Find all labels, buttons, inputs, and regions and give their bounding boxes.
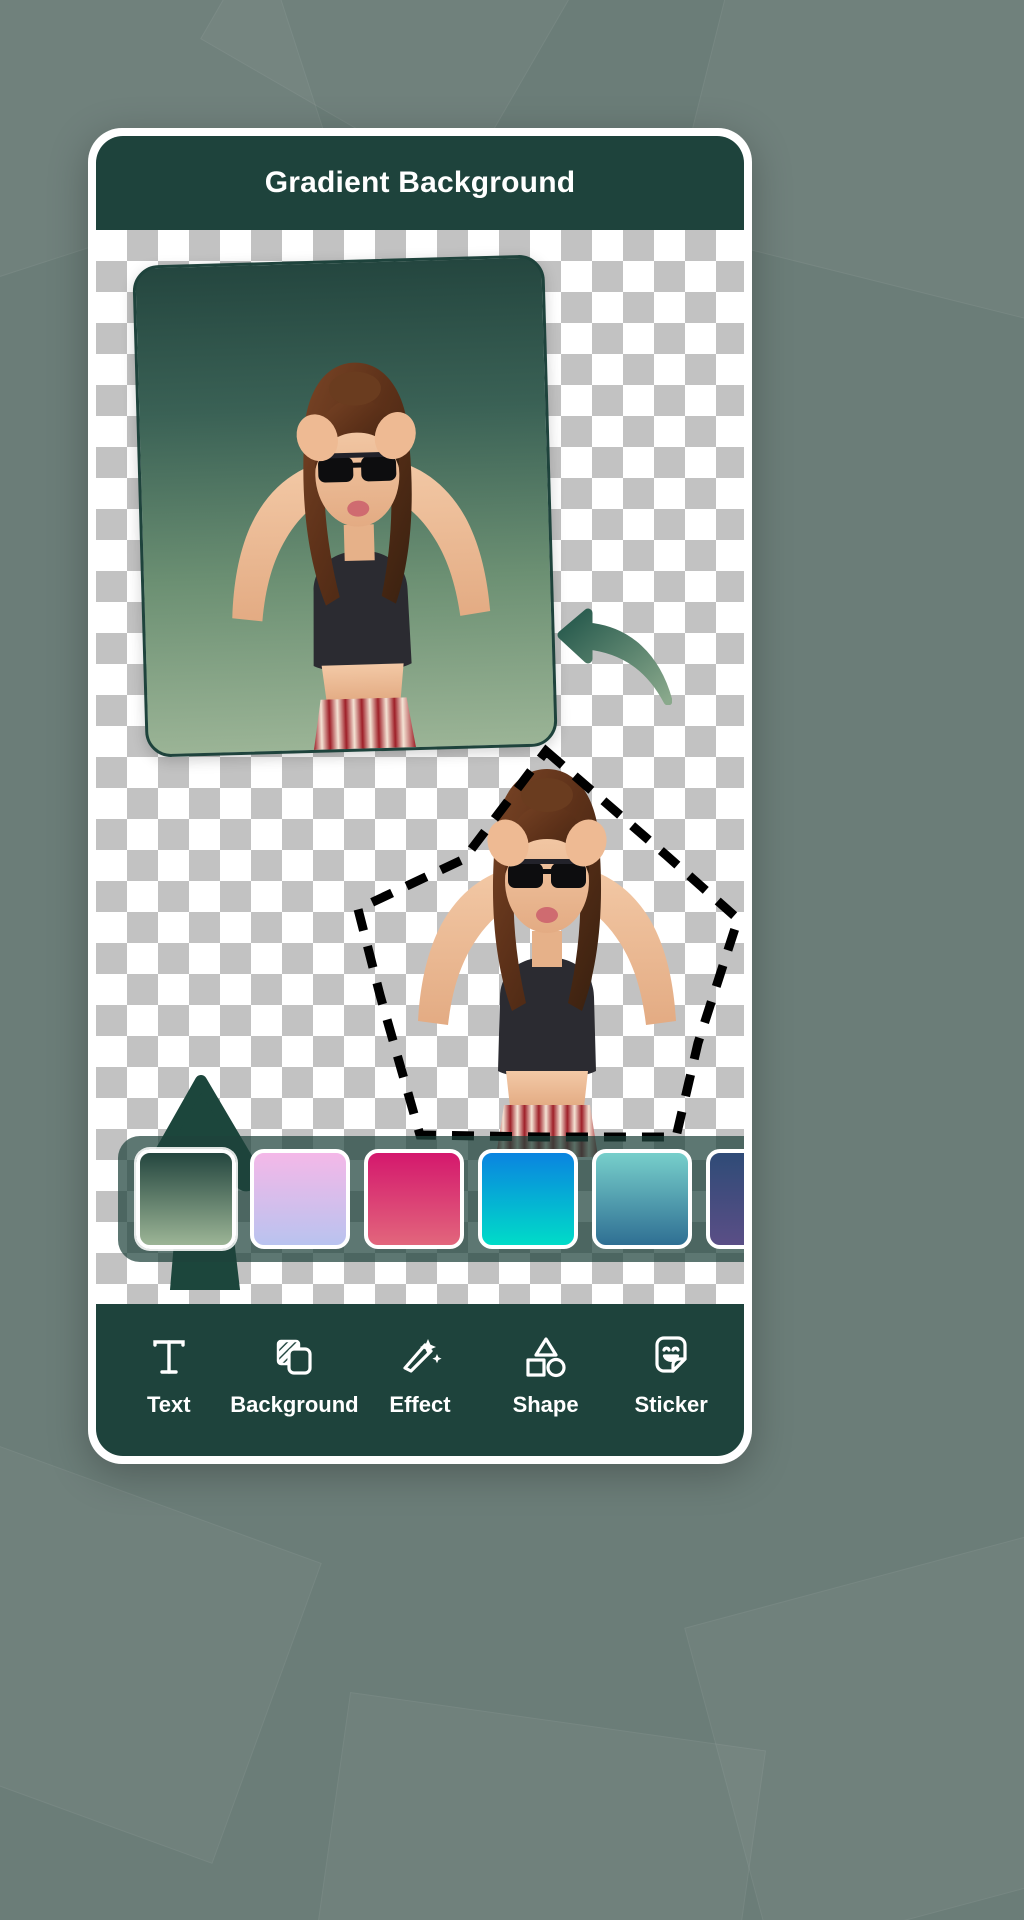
app-header: Gradient Background [96, 136, 744, 230]
backdrop-decoration [0, 1416, 322, 1864]
gradient-swatch-1[interactable] [250, 1149, 350, 1249]
page-title: Gradient Background [264, 166, 576, 199]
text-icon [146, 1334, 192, 1380]
curved-left-arrow-icon [557, 608, 672, 705]
phone-screen: Gradient Background Text Background Effe… [96, 136, 744, 1456]
app-backdrop: Gradient Background Text Background Effe… [0, 0, 1024, 1920]
background-icon [271, 1334, 317, 1380]
nav-label-effect: Effect [389, 1392, 451, 1417]
gradient-swatch-5[interactable] [706, 1149, 744, 1249]
shapes-icon [523, 1334, 569, 1380]
sticker-icon [648, 1334, 694, 1380]
nav-item-sticker[interactable]: Sticker [609, 1334, 733, 1418]
phone-frame: Gradient Background Text Background Effe… [88, 128, 752, 1464]
nav-label-text: Text [146, 1392, 191, 1417]
editor-canvas[interactable] [96, 230, 744, 1380]
gradient-photo-card[interactable] [132, 254, 558, 758]
backdrop-decoration [313, 1692, 767, 1920]
gradient-swatch-4[interactable] [592, 1149, 692, 1249]
gradient-swatch-2[interactable] [364, 1149, 464, 1249]
magic-wand-icon [397, 1334, 443, 1380]
nav-label-background: Background [230, 1392, 359, 1417]
gradient-swatch-3[interactable] [478, 1149, 578, 1249]
gradient-swatch-0[interactable] [136, 1149, 236, 1249]
nav-item-background[interactable]: Background [230, 1334, 359, 1418]
model-photo-framed [232, 362, 491, 750]
nav-item-shape[interactable]: Shape [484, 1334, 608, 1418]
dashed-star-outline-icon [352, 744, 744, 1142]
star-cutout-selection[interactable] [346, 743, 744, 1163]
nav-item-effect[interactable]: Effect [358, 1334, 482, 1418]
nav-item-text[interactable]: Text [107, 1334, 231, 1418]
bottom-navigation-bar: Text Background Effect Shape Sticker [96, 1304, 744, 1456]
gradient-swatch-strip[interactable] [118, 1136, 744, 1262]
nav-label-sticker: Sticker [634, 1392, 708, 1417]
nav-label-shape: Shape [512, 1392, 579, 1417]
